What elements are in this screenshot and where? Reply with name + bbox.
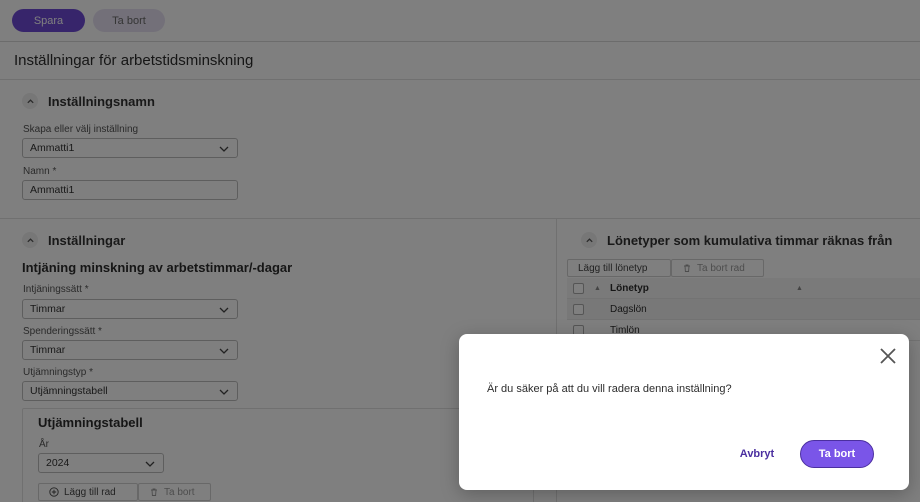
confirm-delete-dialog: Är du säker på att du vill radera denna …	[459, 334, 909, 490]
dialog-message: Är du säker på att du vill radera denna …	[487, 383, 732, 395]
close-icon[interactable]	[879, 347, 897, 365]
confirm-delete-button[interactable]: Ta bort	[800, 440, 874, 468]
cancel-button[interactable]: Avbryt	[729, 440, 785, 468]
